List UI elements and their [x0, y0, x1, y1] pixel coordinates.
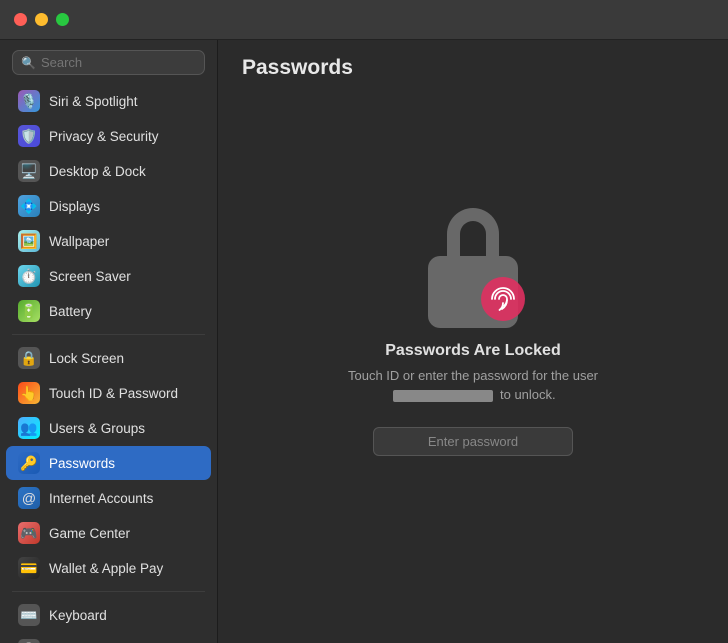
sidebar-item-label-battery: Battery	[49, 304, 92, 319]
sidebar-item-internet[interactable]: @ Internet Accounts	[6, 481, 211, 515]
system-preferences-window: 🔍 🎙️ Siri & Spotlight 🛡️ Privacy & Security…	[0, 0, 728, 643]
close-button[interactable]	[14, 13, 27, 26]
sidebar-item-trackpad[interactable]: 🖱️Trackpad	[6, 633, 211, 643]
lock-shackle	[447, 208, 499, 262]
siri-icon: 🎙️	[18, 90, 40, 112]
sidebar-item-label-privacy: Privacy & Security	[49, 129, 159, 144]
sidebar-item-displays[interactable]: 💠 Displays	[6, 189, 211, 223]
sidebar-item-label-users: Users & Groups	[49, 421, 145, 436]
search-input[interactable]	[41, 55, 196, 70]
search-icon: 🔍	[21, 56, 36, 70]
privacy-icon: 🛡️	[18, 125, 40, 147]
locked-desc-line2: to unlock.	[500, 387, 556, 402]
lockscreen-icon: 🔒	[18, 347, 40, 369]
gamecenter-icon: 🎮	[18, 522, 40, 544]
desktop-icon: 🖥️	[18, 160, 40, 182]
password-input-wrap[interactable]	[373, 427, 573, 456]
locked-title: Passwords Are Locked	[333, 342, 613, 360]
passwords-icon: 🔑	[18, 452, 40, 474]
minimize-button[interactable]	[35, 13, 48, 26]
fingerprint-icon	[480, 276, 526, 322]
password-input[interactable]	[373, 427, 573, 456]
sidebar-item-label-passwords: Passwords	[49, 456, 115, 471]
sidebar-item-desktop[interactable]: 🖥️ Desktop & Dock	[6, 154, 211, 188]
sidebar-item-label-lockscreen: Lock Screen	[49, 351, 124, 366]
screensaver-icon: ⏱️	[18, 265, 40, 287]
sidebar-item-label-siri: Siri & Spotlight	[49, 94, 138, 109]
sidebar-item-privacy[interactable]: 🛡️ Privacy & Security	[6, 119, 211, 153]
displays-icon: 💠	[18, 195, 40, 217]
sidebar-item-wallpaper[interactable]: 🖼️ Wallpaper	[6, 224, 211, 258]
sidebar-item-keyboard[interactable]: ⌨️ Keyboard	[6, 598, 211, 632]
sidebar-item-label-gamecenter: Game Center	[49, 526, 130, 541]
lock-body	[428, 256, 518, 328]
sidebar-item-screensaver[interactable]: ⏱️ Screen Saver	[6, 259, 211, 293]
sidebar-item-touchid[interactable]: 👆 Touch ID & Password	[6, 376, 211, 410]
internet-icon: @	[18, 487, 40, 509]
sidebar: 🔍 🎙️ Siri & Spotlight 🛡️ Privacy & Security…	[0, 0, 218, 643]
sidebar-divider-1	[12, 334, 205, 335]
locked-desc-line1: Touch ID or enter the password for the u…	[348, 368, 598, 383]
page-title: Passwords	[242, 56, 704, 80]
search-box[interactable]: 🔍	[12, 50, 205, 75]
main-content: Passwords	[218, 0, 728, 643]
users-icon: 👥	[18, 417, 40, 439]
sidebar-divider-keyboard	[12, 591, 205, 592]
sidebar-items-list: 🎙️ Siri & Spotlight 🛡️ Privacy & Security 🖥️…	[0, 83, 217, 643]
lock-text-section: Passwords Are Locked Touch ID or enter t…	[333, 342, 613, 405]
sidebar-item-lockscreen[interactable]: 🔒 Lock Screen	[6, 341, 211, 375]
lock-icon	[418, 208, 528, 328]
sidebar-item-label-displays: Displays	[49, 199, 100, 214]
sidebar-item-label-desktop: Desktop & Dock	[49, 164, 146, 179]
sidebar-item-label-wallet: Wallet & Apple Pay	[49, 561, 163, 576]
maximize-button[interactable]	[56, 13, 69, 26]
sidebar-item-label-keyboard: Keyboard	[49, 608, 107, 623]
lock-container: Passwords Are Locked Touch ID or enter t…	[218, 80, 728, 643]
sidebar-item-label-screensaver: Screen Saver	[49, 269, 131, 284]
sidebar-item-battery[interactable]: 🔋 Battery	[6, 294, 211, 328]
sidebar-item-label-wallpaper: Wallpaper	[49, 234, 109, 249]
redacted-username	[393, 390, 493, 402]
sidebar-item-label-internet: Internet Accounts	[49, 491, 153, 506]
sidebar-item-gamecenter[interactable]: 🎮 Game Center	[6, 516, 211, 550]
sidebar-item-users[interactable]: 👥 Users & Groups	[6, 411, 211, 445]
locked-description: Touch ID or enter the password for the u…	[333, 366, 613, 405]
main-header: Passwords	[218, 40, 728, 80]
sidebar-item-passwords[interactable]: 🔑 Passwords	[6, 446, 211, 480]
battery-icon: 🔋	[18, 300, 40, 322]
trackpad-icon: 🖱️	[18, 639, 40, 643]
titlebar	[0, 0, 728, 40]
wallpaper-icon: 🖼️	[18, 230, 40, 252]
touchid-icon: 👆	[18, 382, 40, 404]
sidebar-item-label-touchid: Touch ID & Password	[49, 386, 178, 401]
wallet-icon: 💳	[18, 557, 40, 579]
sidebar-item-wallet[interactable]: 💳 Wallet & Apple Pay	[6, 551, 211, 585]
sidebar-item-siri[interactable]: 🎙️ Siri & Spotlight	[6, 84, 211, 118]
keyboard-icon: ⌨️	[18, 604, 40, 626]
